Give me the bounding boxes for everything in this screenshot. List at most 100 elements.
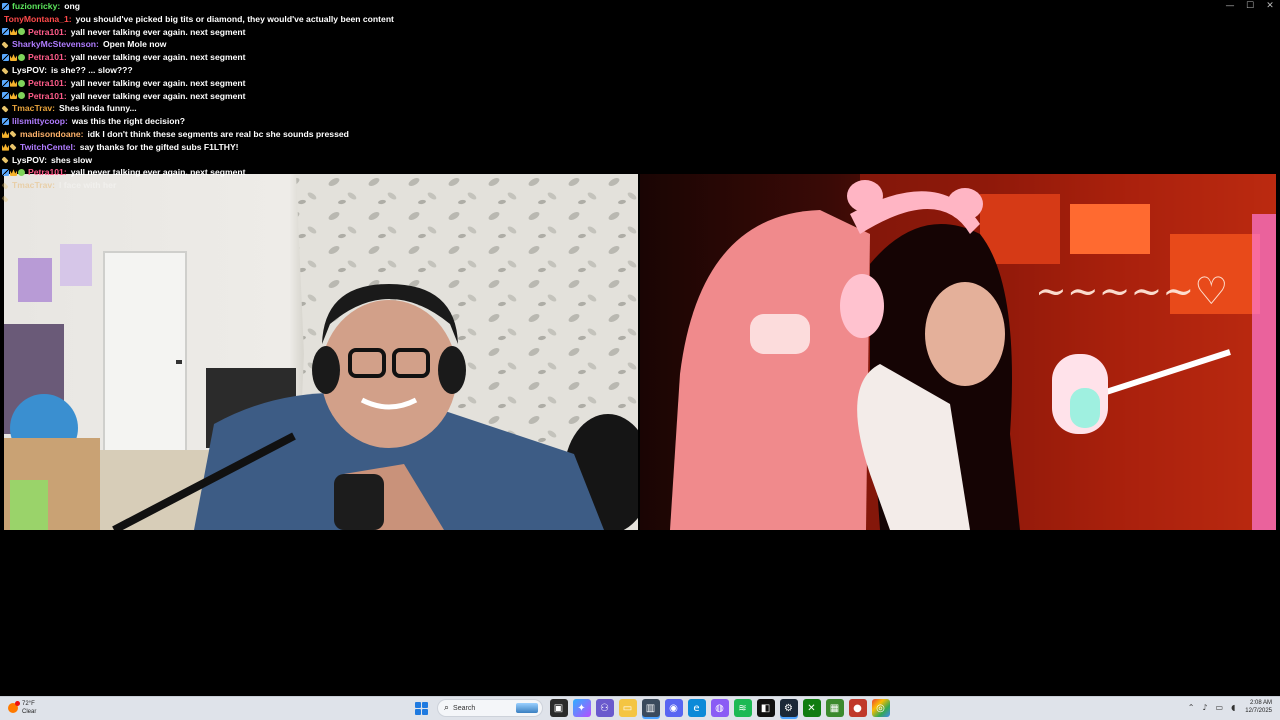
chat-username[interactable]: TwitchCentel: (20, 141, 76, 154)
app-purple-icon[interactable]: ◍ (710, 699, 729, 717)
pencil-badge-icon (1, 182, 9, 190)
weather-desc: Clear (22, 709, 37, 715)
chat-username[interactable]: LysPOV: (12, 154, 47, 167)
xbox-icon[interactable]: ✕ (802, 699, 821, 717)
chat-message: Petra101: yall never talking ever again. … (2, 26, 622, 39)
chat-username[interactable]: TmacTrav: (12, 102, 55, 115)
chat-username[interactable]: Petra101: (28, 166, 67, 179)
chat-badges (2, 169, 26, 177)
windows-icon (415, 701, 428, 715)
task-view-icon[interactable]: ▣ (549, 699, 568, 717)
chat-text: shes slow (51, 154, 93, 165)
sword-badge-icon (2, 28, 9, 36)
chat-message: lilsmittycoop: was this the right decisio… (2, 115, 622, 128)
windows-taskbar: 72°F Clear ⌕ Search ▣ ✦ ⚇ ▭ ▥ ◉ e ◍ ≋ ◧ … (0, 696, 1280, 720)
chat-message: SharkyMcStevenson: Open Mole now (1, 38, 622, 51)
pencil-badge-icon (1, 105, 9, 113)
spotify-icon[interactable]: ≋ (733, 699, 752, 717)
crown-badge-icon (10, 169, 17, 177)
monitor-icon[interactable]: ▭ (1216, 703, 1224, 712)
chat-message: TmacTrav: I face with her (1, 179, 622, 192)
gift-badge-icon (18, 79, 25, 87)
chat-text: was this the right decision? (71, 116, 186, 127)
maximize-button[interactable]: ☐ (1240, 0, 1260, 12)
chat-badges (2, 54, 26, 62)
chat-badges (1, 105, 10, 113)
crown-badge-icon (10, 79, 17, 87)
chat-message: Petra101: yall never talking ever again. … (2, 166, 622, 179)
chat-username[interactable]: Petra101: (28, 90, 67, 103)
chat-username[interactable]: lilsmittycoop: (12, 115, 68, 128)
chevron-up-icon[interactable]: ⌃ (1188, 703, 1195, 712)
close-button[interactable]: ✕ (1260, 0, 1280, 12)
discord-icon[interactable]: ◉ (664, 699, 683, 717)
chat-text: say thanks for the gifted subs F1LTHY! (79, 141, 239, 152)
pencil-badge-icon (1, 67, 9, 75)
capcut-icon[interactable]: ◧ (756, 699, 775, 717)
chrome-icon[interactable]: ◎ (871, 699, 890, 717)
system-tray: ⌃ ♪ ▭ ◖ 2:08 AM 12/7/2025 (1184, 699, 1272, 715)
edge-icon[interactable]: e (687, 699, 706, 717)
chat-badges (1, 41, 10, 49)
steam-icon[interactable]: ⚙ (779, 699, 798, 717)
chat-message: Petra101: yall never talking ever again. … (2, 51, 622, 64)
gift-badge-icon (18, 28, 25, 36)
chat-badges (1, 182, 10, 190)
teams-icon[interactable]: ⚇ (595, 699, 614, 717)
clock-time: 2:08 AM (1249, 700, 1272, 706)
weather-temp: 72°F (22, 701, 35, 707)
pencil-badge-icon (1, 156, 9, 164)
chat-text: Shes kinda funny... (59, 103, 137, 114)
minimize-button[interactable]: — (1220, 0, 1240, 12)
start-button[interactable] (413, 699, 431, 717)
chat-message: Petra101: yall never talking ever again. … (2, 77, 622, 90)
clock-date: 12/7/2025 (1245, 708, 1272, 714)
microphone-icon[interactable]: ♪ (1202, 703, 1207, 712)
copilot-icon[interactable]: ✦ (572, 699, 591, 717)
weather-widget[interactable]: 72°F Clear (8, 700, 36, 716)
chat-text: yall never talking ever again. next segm… (70, 167, 246, 178)
chat-text: idk I don't think these segments are rea… (87, 128, 349, 139)
chat-username[interactable]: TonyMontana_1: (4, 13, 72, 26)
sword-badge-icon (2, 169, 9, 177)
chat-text: yall never talking ever again. next segm… (70, 26, 246, 37)
sword-badge-icon (2, 118, 9, 126)
game-launcher-icon[interactable]: ● (848, 699, 867, 717)
chat-username[interactable]: TmacTrav: (12, 179, 55, 192)
chat-username[interactable]: Petra101: (28, 51, 67, 64)
chat-overlay: fuzionricky: ong TonyMontana_1: you should'… (1, 0, 622, 205)
chat-badges (1, 156, 10, 164)
sword-badge-icon (2, 54, 9, 62)
chat-text: I face with her (59, 180, 117, 191)
chat-badges (2, 2, 10, 10)
chat-badges (1, 195, 10, 203)
chat-username[interactable]: LysPOV: (12, 64, 47, 77)
pencil-badge-icon (1, 41, 9, 49)
weather-icon (8, 701, 20, 713)
chat-message: madisondoane: idk I don't think these seg… (2, 128, 622, 141)
chat-message: fuzionricky: ong (2, 0, 622, 13)
chat-username[interactable]: Petra101: (28, 77, 67, 90)
crown-badge-icon (10, 92, 17, 100)
chat-badges (2, 118, 10, 126)
taskbar-search[interactable]: ⌕ Search (437, 699, 543, 717)
search-icon: ⌕ (444, 703, 450, 713)
crown-badge-icon (2, 130, 9, 138)
chat-badges (2, 79, 26, 87)
chat-username[interactable]: Petra101: (28, 26, 67, 39)
chat-message: TmacTrav: Shes kinda funny... (1, 102, 622, 115)
chat-username[interactable]: madisondoane: (20, 128, 84, 141)
chat-message (1, 192, 622, 205)
file-explorer-icon[interactable]: ▭ (618, 699, 637, 717)
screen-capture-icon[interactable]: ▥ (641, 699, 660, 717)
speaker-icon[interactable]: ◖ (1231, 703, 1235, 712)
minecraft-icon[interactable]: ▦ (825, 699, 844, 717)
chat-username[interactable]: fuzionricky: (12, 0, 60, 13)
clock[interactable]: 2:08 AM 12/7/2025 (1245, 699, 1272, 715)
chat-badges (1, 67, 10, 75)
chat-text: Open Mole now (102, 39, 167, 50)
svg-text:~~~~~♡: ~~~~~♡ (1035, 269, 1228, 313)
crown-badge-icon (10, 28, 17, 36)
chat-username[interactable]: SharkyMcStevenson: (12, 38, 99, 51)
chat-message: Petra101: yall never talking ever again. … (2, 90, 622, 103)
